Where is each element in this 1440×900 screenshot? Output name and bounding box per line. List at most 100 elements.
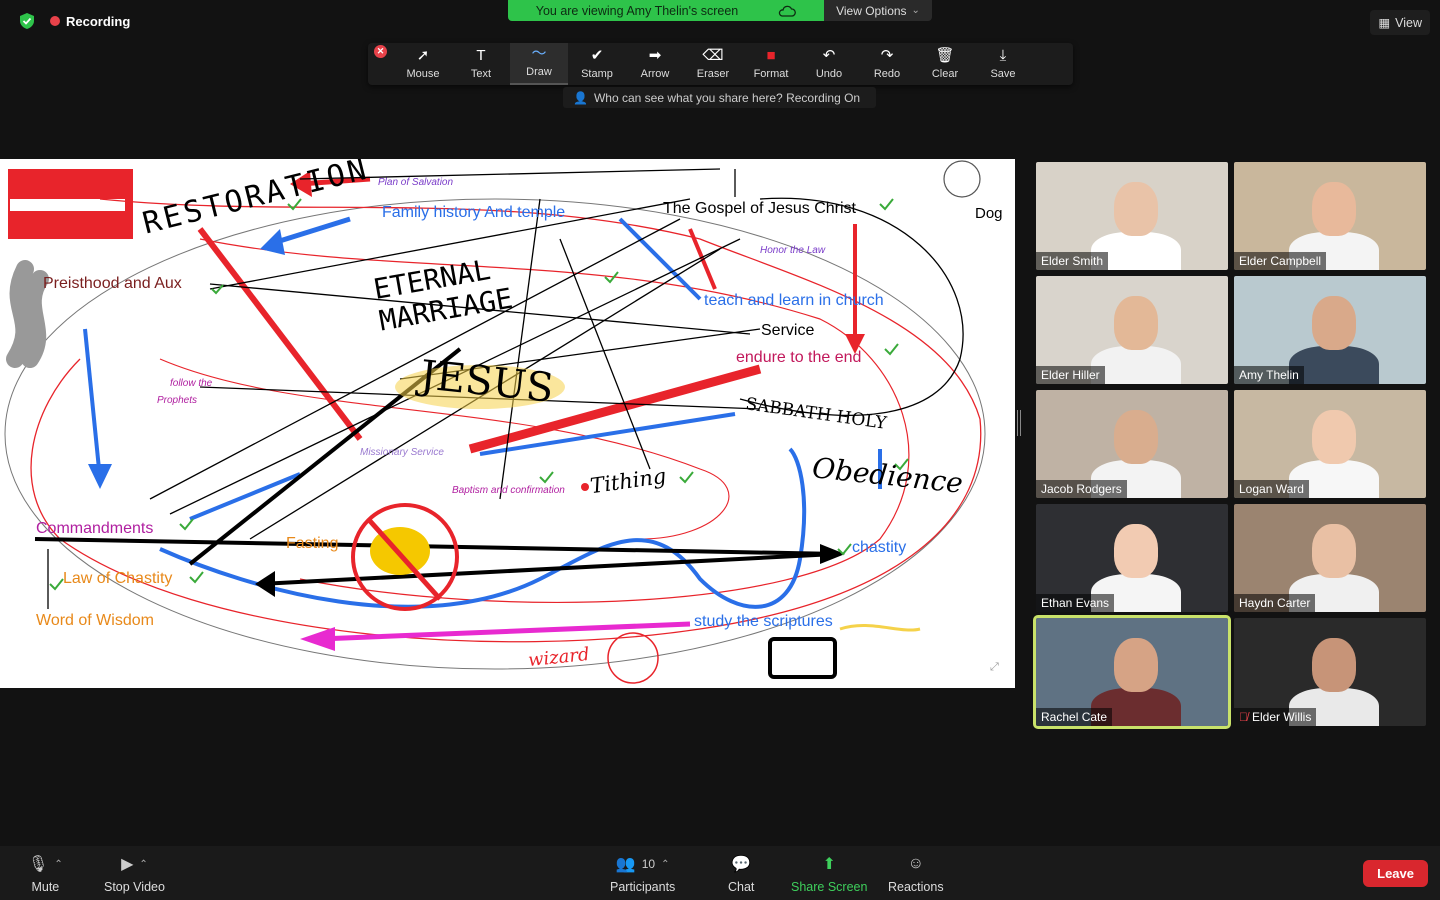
tool-arrow[interactable]: ➡ Arrow bbox=[626, 43, 684, 85]
tool-label: Arrow bbox=[640, 68, 670, 80]
participant-tile[interactable]: Haydn Carter bbox=[1234, 504, 1426, 612]
participant-name-tag: Logan Ward bbox=[1234, 480, 1309, 498]
tool-eraser[interactable]: ⌫ Eraser bbox=[684, 43, 742, 85]
tool-clear[interactable]: 🗑 Clear bbox=[916, 43, 974, 85]
chastity-label: chastity bbox=[852, 539, 907, 556]
reactions-button[interactable]: ☺ Reactions bbox=[888, 854, 944, 894]
participant-name: Elder Willis bbox=[1252, 710, 1312, 724]
panel-splitter-handle[interactable] bbox=[1017, 410, 1021, 436]
follow-prophets-label-2: Prophets bbox=[157, 395, 198, 406]
endure-label: endure to the end bbox=[736, 349, 862, 366]
tool-stamp[interactable]: ✔ Stamp bbox=[568, 43, 626, 85]
mouse-pointer-icon: ➚ bbox=[416, 47, 430, 64]
gospel-label: The Gospel of Jesus Christ bbox=[663, 200, 856, 217]
participant-tile[interactable]: 🎙̸ Elder Willis bbox=[1234, 618, 1426, 726]
tool-mouse[interactable]: ➚ Mouse bbox=[394, 43, 452, 85]
word-wisdom-label: Word of Wisdom bbox=[36, 612, 154, 629]
shared-screen-whiteboard[interactable]: Plan of Salvation Family history And tem… bbox=[0, 159, 1015, 688]
cloud-icon bbox=[779, 5, 797, 17]
tool-label: Format bbox=[753, 68, 789, 80]
participant-tile[interactable]: Elder Hiller bbox=[1036, 276, 1228, 384]
dog-label: Dog bbox=[975, 205, 1003, 222]
recording-dot-icon bbox=[50, 16, 60, 26]
participant-name: Haydn Carter bbox=[1239, 596, 1311, 610]
participant-tile[interactable]: Rachel Cate bbox=[1033, 615, 1231, 729]
participant-face bbox=[1312, 524, 1356, 578]
participant-name: Elder Hiller bbox=[1041, 368, 1100, 382]
who-can-see-notice[interactable]: 👤 Who can see what you share here? Recor… bbox=[563, 87, 876, 108]
resize-corner-icon[interactable]: ⤢ bbox=[990, 661, 999, 674]
tool-label: Clear bbox=[931, 68, 959, 80]
participant-name: Jacob Rodgers bbox=[1041, 482, 1122, 496]
viewing-label: You are viewing Amy Thelin's screen bbox=[535, 3, 739, 18]
participant-name: Ethan Evans bbox=[1041, 596, 1110, 610]
participant-name: Elder Campbell bbox=[1239, 254, 1322, 268]
participant-name-tag: Jacob Rodgers bbox=[1036, 480, 1127, 498]
participant-tile[interactable]: Elder Campbell bbox=[1234, 162, 1426, 270]
tool-save[interactable]: ⤓ Save bbox=[974, 43, 1032, 85]
teach-learn-label: teach and learn in church bbox=[704, 292, 884, 309]
reactions-label: Reactions bbox=[888, 880, 944, 894]
save-icon: ⤓ bbox=[999, 47, 1007, 64]
chat-button[interactable]: 💬 Chat bbox=[728, 854, 754, 894]
security-shield-icon[interactable] bbox=[18, 12, 36, 30]
chevron-down-icon: ⌄ bbox=[911, 5, 920, 16]
participant-name: Logan Ward bbox=[1239, 482, 1304, 496]
study-scriptures-label: study the scriptures bbox=[694, 613, 833, 630]
view-options-button[interactable]: View Options ⌄ bbox=[824, 0, 932, 21]
baptism-label: Baptism and confirmation bbox=[452, 485, 565, 496]
law-chastity-label: Law of Chastity bbox=[63, 570, 173, 587]
redo-icon: ↷ bbox=[880, 47, 894, 64]
video-options-caret-icon[interactable]: ⌃ bbox=[139, 859, 147, 870]
plan-of-salvation-label: Plan of Salvation bbox=[378, 177, 454, 188]
tool-format[interactable]: ■ Format bbox=[742, 43, 800, 85]
video-camera-icon: ▶ bbox=[121, 856, 134, 873]
tool-draw[interactable]: 〜 Draw bbox=[510, 43, 568, 85]
honor-law-label: Honor the Law bbox=[760, 245, 826, 256]
text-icon: T bbox=[476, 47, 486, 64]
mute-options-caret-icon[interactable]: ⌃ bbox=[54, 859, 62, 870]
mute-button[interactable]: 🎙 ⌃ Mute bbox=[28, 854, 63, 894]
tool-undo[interactable]: ↶ Undo bbox=[800, 43, 858, 85]
view-options-label: View Options bbox=[836, 3, 907, 18]
muted-microphone-icon: 🎙̸ bbox=[1239, 710, 1248, 724]
tool-label: Undo bbox=[815, 68, 843, 80]
tool-redo[interactable]: ↷ Redo bbox=[858, 43, 916, 85]
participant-name-tag: Ethan Evans bbox=[1036, 594, 1115, 612]
close-annotation-icon[interactable]: ✕ bbox=[374, 45, 387, 58]
format-icon: ■ bbox=[766, 47, 776, 64]
stop-video-button[interactable]: ▶ ⌃ Stop Video bbox=[104, 854, 165, 894]
arrow-icon: ➡ bbox=[648, 47, 662, 64]
participant-name-tag: Rachel Cate bbox=[1036, 708, 1113, 726]
participant-name: Elder Smith bbox=[1041, 254, 1104, 268]
chat-label: Chat bbox=[728, 880, 755, 894]
leave-button[interactable]: Leave bbox=[1363, 860, 1428, 887]
participant-tile[interactable]: Elder Smith bbox=[1036, 162, 1228, 270]
participant-tile[interactable]: Ethan Evans bbox=[1036, 504, 1228, 612]
participant-name-tag: 🎙̸ Elder Willis bbox=[1234, 708, 1317, 726]
participant-tile[interactable]: Logan Ward bbox=[1234, 390, 1426, 498]
participant-name-tag: Elder Hiller bbox=[1036, 366, 1105, 384]
participant-name-tag: Elder Campbell bbox=[1234, 252, 1327, 270]
tool-label: Redo bbox=[873, 68, 901, 80]
service-label: Service bbox=[761, 322, 815, 339]
top-status: Recording bbox=[18, 12, 130, 30]
participant-face bbox=[1312, 638, 1356, 692]
share-screen-label: Share Screen bbox=[791, 880, 868, 894]
recording-indicator[interactable]: Recording bbox=[50, 14, 130, 29]
participant-face bbox=[1114, 410, 1158, 464]
participant-face bbox=[1114, 638, 1158, 692]
share-screen-button[interactable]: ⬆ Share Screen bbox=[791, 854, 867, 894]
participant-tile[interactable]: Amy Thelin bbox=[1234, 276, 1426, 384]
view-label: View bbox=[1395, 15, 1422, 30]
tool-text[interactable]: T Text bbox=[452, 43, 510, 85]
draw-icon: 〜 bbox=[531, 45, 547, 62]
viewing-banner: You are viewing Amy Thelin's screen bbox=[508, 0, 824, 21]
participants-caret-icon[interactable]: ⌃ bbox=[661, 859, 669, 870]
tool-label: Draw bbox=[526, 66, 552, 78]
tool-label: Text bbox=[470, 68, 492, 80]
view-button[interactable]: ▦ View bbox=[1370, 10, 1430, 35]
participants-button[interactable]: 👥 10 ⌃ Participants bbox=[610, 854, 675, 894]
participant-tile[interactable]: Jacob Rodgers bbox=[1036, 390, 1228, 498]
stop-video-label: Stop Video bbox=[104, 880, 165, 894]
